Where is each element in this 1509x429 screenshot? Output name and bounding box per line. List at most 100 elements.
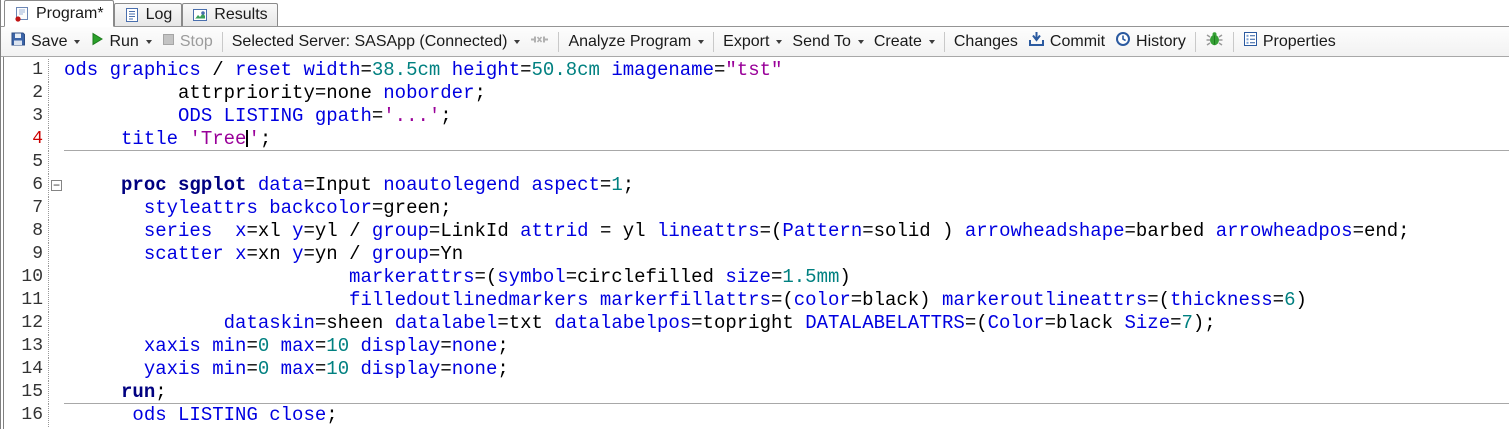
fold-toggle-icon[interactable]: − bbox=[49, 174, 64, 197]
code-text: filledoutlinedmarkers markerfillattrs=(c… bbox=[349, 289, 1307, 311]
chevron-down-icon bbox=[857, 39, 864, 44]
document-tabbar: Program* Log Results bbox=[1, 0, 1509, 27]
code-line[interactable]: 12 dataskin=sheen datalabel=txt datalabe… bbox=[4, 312, 1509, 335]
server-selector[interactable]: Selected Server: SASApp (Connected) bbox=[227, 32, 526, 52]
chevron-down-icon bbox=[514, 39, 521, 44]
fold-gutter bbox=[49, 289, 64, 312]
create-button[interactable]: Create bbox=[869, 32, 940, 52]
line-number: 8 bbox=[4, 220, 49, 243]
changes-label: Changes bbox=[953, 32, 1018, 50]
fold-gutter bbox=[49, 128, 64, 151]
line-number: 9 bbox=[4, 243, 49, 266]
save-label: Save bbox=[31, 32, 68, 50]
toolbar-separator bbox=[1194, 31, 1196, 52]
run-label: Run bbox=[109, 32, 139, 50]
fold-gutter bbox=[49, 335, 64, 358]
analyze-program-button[interactable]: Analyze Program bbox=[563, 32, 709, 52]
code-line[interactable]: 8 series x=xl y=yl / group=LinkId attrid… bbox=[4, 220, 1509, 243]
code-line[interactable]: 7 styleattrs backcolor=green; bbox=[4, 197, 1509, 220]
code-line[interactable]: 13 xaxis min=0 max=10 display=none; bbox=[4, 335, 1509, 358]
line-number: 12 bbox=[4, 312, 49, 335]
save-icon bbox=[10, 31, 26, 52]
log-icon bbox=[124, 7, 140, 23]
code-text: series x=xl y=yl / group=LinkId attrid =… bbox=[143, 220, 1410, 242]
code-line[interactable]: 10 markerattrs=(symbol=circlefilled size… bbox=[4, 266, 1509, 289]
results-icon bbox=[192, 7, 208, 23]
toolbar-separator bbox=[1232, 31, 1234, 52]
code-line[interactable]: 9 scatter x=xn y=yn / group=Yn bbox=[4, 243, 1509, 266]
fold-gutter bbox=[49, 220, 64, 243]
properties-icon bbox=[1243, 31, 1258, 52]
sas-program-window: Program* Log Results Save Run Stop Selec bbox=[0, 0, 1509, 429]
code-line[interactable]: 2 attrpriority=none noborder; bbox=[4, 82, 1509, 105]
line-number: 11 bbox=[4, 289, 49, 312]
tab-label: Program* bbox=[36, 4, 104, 22]
chevron-down-icon bbox=[776, 39, 783, 44]
disconnect-button[interactable] bbox=[525, 30, 554, 54]
debug-button[interactable] bbox=[1200, 29, 1229, 54]
code-line[interactable]: 16 ods LISTING close; bbox=[4, 404, 1509, 427]
code-line[interactable]: 15 run; bbox=[4, 381, 1509, 404]
code-line[interactable]: 14 yaxis min=0 max=10 display=none; bbox=[4, 358, 1509, 381]
commit-label: Commit bbox=[1049, 32, 1106, 50]
create-label: Create bbox=[873, 32, 922, 50]
fold-gutter bbox=[49, 151, 64, 174]
send-to-button[interactable]: Send To bbox=[787, 32, 868, 52]
line-number: 2 bbox=[4, 82, 49, 105]
export-label: Export bbox=[723, 32, 770, 50]
program-icon bbox=[14, 6, 30, 22]
stop-label: Stop bbox=[179, 32, 213, 50]
tab-label: Log bbox=[145, 6, 173, 23]
code-line[interactable]: 1 ods graphics / reset width=38.5cm heigh… bbox=[4, 59, 1509, 82]
toolbar-separator bbox=[558, 31, 560, 52]
code-text: xaxis min=0 max=10 display=none; bbox=[143, 335, 509, 357]
commit-button[interactable]: Commit bbox=[1023, 29, 1110, 54]
line-number: 1 bbox=[4, 59, 49, 82]
fold-gutter bbox=[49, 381, 64, 404]
line-number: 15 bbox=[4, 381, 49, 404]
line-number: 10 bbox=[4, 266, 49, 289]
fold-gutter bbox=[49, 82, 64, 105]
disconnect-icon bbox=[530, 32, 549, 52]
code-line[interactable]: 6− proc sgplot data=Input noautolegend a… bbox=[4, 174, 1509, 197]
stop-icon bbox=[162, 33, 175, 51]
line-number: 7 bbox=[4, 197, 49, 220]
line-number: 13 bbox=[4, 335, 49, 358]
code-line[interactable]: 5 bbox=[4, 151, 1509, 174]
line-number: 16 bbox=[4, 404, 49, 427]
fold-gutter bbox=[49, 266, 64, 289]
code-text: ods graphics / reset width=38.5cm height… bbox=[64, 59, 783, 81]
stop-button[interactable]: Stop bbox=[157, 31, 218, 53]
code-text: title 'Tree '; bbox=[64, 128, 1509, 151]
code-line[interactable]: 3 ODS LISTING gpath='...'; bbox=[4, 105, 1509, 128]
send-to-label: Send To bbox=[792, 32, 851, 50]
tab-label: Results bbox=[214, 6, 268, 23]
code-line[interactable]: 4 title 'Tree '; bbox=[4, 128, 1509, 151]
code-text: proc sgplot data=Input noautolegend aspe… bbox=[121, 174, 635, 196]
changes-button[interactable]: Changes bbox=[949, 32, 1023, 52]
line-number: 4 bbox=[4, 128, 49, 151]
code-text: ODS LISTING gpath='...'; bbox=[178, 105, 452, 127]
chevron-down-icon bbox=[74, 39, 81, 44]
properties-button[interactable]: Properties bbox=[1238, 29, 1341, 54]
export-button[interactable]: Export bbox=[718, 32, 787, 52]
code-lines: 1 ods graphics / reset width=38.5cm heigh… bbox=[4, 59, 1509, 427]
code-editor[interactable]: 1 ods graphics / reset width=38.5cm heigh… bbox=[3, 57, 1509, 429]
tab-log[interactable]: Log bbox=[113, 3, 183, 26]
history-button[interactable]: History bbox=[1110, 29, 1191, 54]
analyze-label: Analyze Program bbox=[568, 32, 692, 50]
fold-gutter bbox=[49, 404, 64, 427]
code-text: yaxis min=0 max=10 display=none; bbox=[143, 358, 509, 380]
history-label: History bbox=[1136, 32, 1186, 50]
chevron-down-icon bbox=[145, 39, 152, 44]
toolbar-separator bbox=[713, 31, 715, 52]
fold-gutter bbox=[49, 358, 64, 381]
tab-program[interactable]: Program* bbox=[4, 0, 114, 27]
run-button[interactable]: Run bbox=[85, 30, 156, 53]
save-button[interactable]: Save bbox=[5, 29, 85, 54]
properties-label: Properties bbox=[1262, 32, 1336, 50]
bug-icon bbox=[1205, 31, 1224, 52]
code-line[interactable]: 11 filledoutlinedmarkers markerfillattrs… bbox=[4, 289, 1509, 312]
tab-results[interactable]: Results bbox=[182, 3, 278, 26]
